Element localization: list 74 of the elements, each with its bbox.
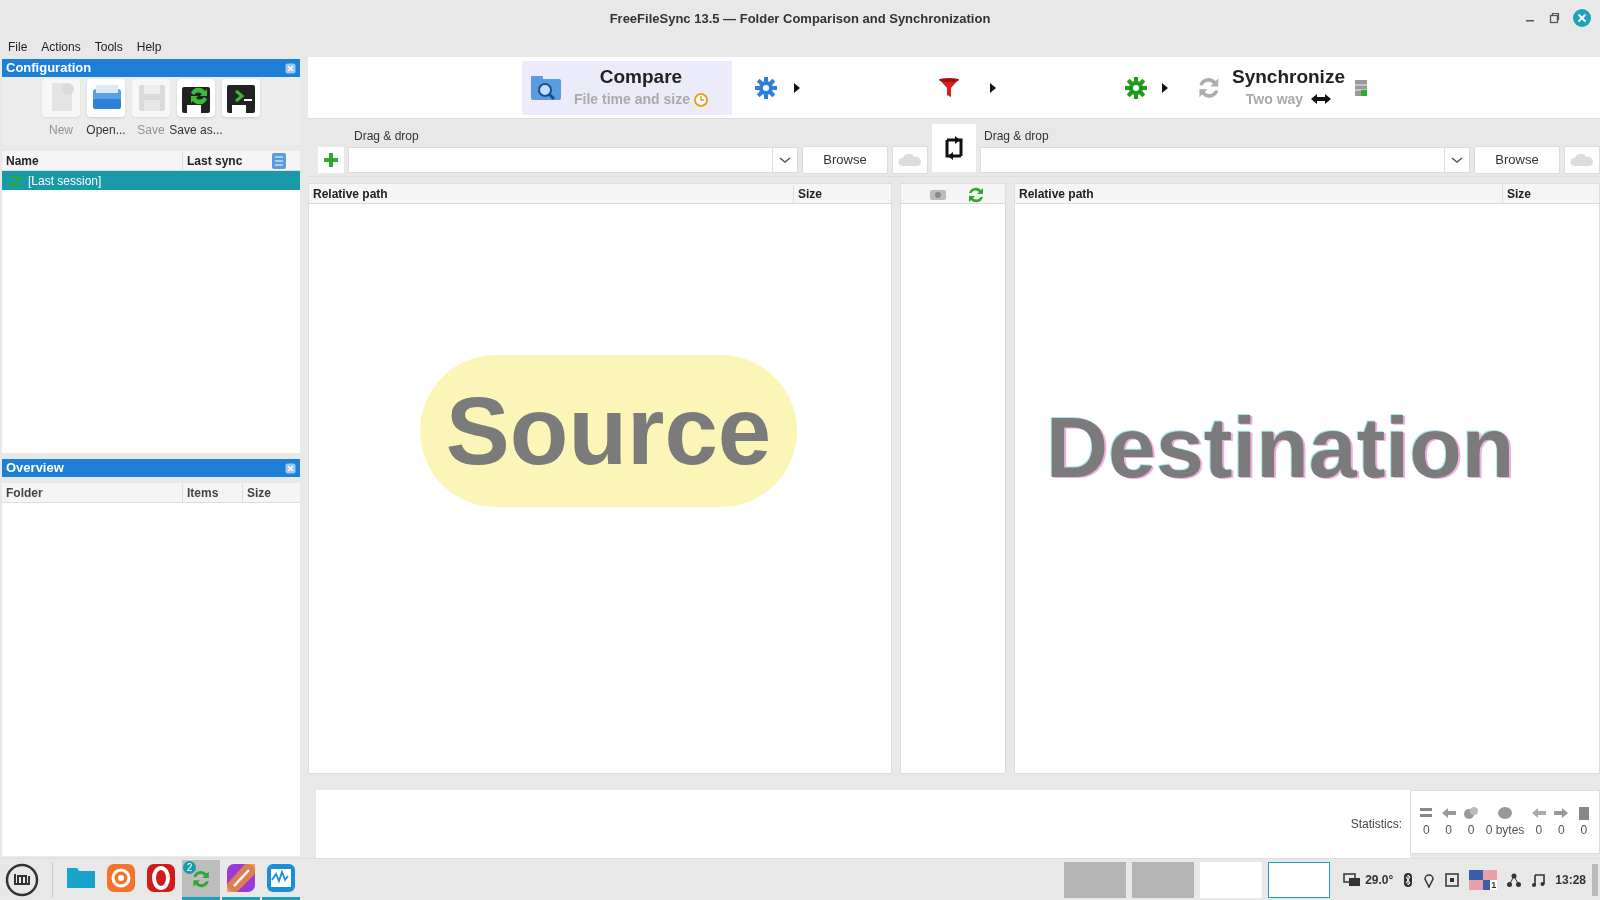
caret-icon <box>794 82 800 93</box>
compare-button[interactable]: Compare File time and size <box>522 60 732 115</box>
menu-icon[interactable] <box>5 862 39 897</box>
browser-icon <box>105 862 137 894</box>
arrow-right-icon <box>1553 805 1570 821</box>
caret-icon <box>990 82 996 93</box>
close-icon[interactable] <box>1572 8 1592 28</box>
music-note-icon[interactable] <box>1531 872 1546 887</box>
notification-badge: 2 <box>183 860 196 874</box>
statistics-label: Statistics: <box>1350 816 1402 833</box>
folder-label: Drag & drop <box>353 128 420 143</box>
settings-icon <box>754 75 778 100</box>
folder-label: Drag & drop <box>983 128 1050 143</box>
close-icon[interactable] <box>285 62 296 74</box>
statistic-value: 0 <box>1557 822 1565 839</box>
column-header[interactable]: Last sync <box>182 151 262 170</box>
folder-path-field[interactable] <box>980 147 1470 173</box>
settings-icon <box>1124 75 1148 100</box>
browse-button[interactable]: Browse <box>1474 146 1560 174</box>
swap-sides-button[interactable] <box>932 123 976 172</box>
column-header[interactable]: Relative path <box>1015 184 1502 203</box>
clock-icon <box>693 91 708 108</box>
plus-icon <box>323 152 339 168</box>
displays-icon[interactable] <box>1343 872 1362 887</box>
column-header[interactable]: Relative path <box>309 184 793 203</box>
column-header[interactable]: Size <box>1502 184 1599 203</box>
statistic-value: 0 <box>1467 822 1475 839</box>
cloud-icon <box>898 153 922 167</box>
statistic-value: 0 <box>1445 822 1453 839</box>
menu-item[interactable]: Actions <box>41 38 81 56</box>
waveform-monitor-icon <box>265 862 297 894</box>
statistic-value: 0 <box>1422 822 1430 839</box>
maximize-icon[interactable] <box>1548 12 1560 24</box>
bluetooth-icon[interactable] <box>1403 871 1414 888</box>
panel-title: Overview <box>6 459 64 478</box>
synchronize-button[interactable]: Synchronize Two way <box>1186 60 1391 115</box>
close-icon[interactable] <box>285 462 296 474</box>
window-title: FreeFileSync 13.5 — Folder Comparison and Synchronization <box>609 9 991 28</box>
browser-icon <box>145 862 177 894</box>
temperature-reading: 29.0° <box>1365 871 1394 889</box>
taskbar-window-button[interactable] <box>1268 861 1331 898</box>
statistic-value: 0 <box>1580 822 1588 839</box>
arrow-left-icon <box>1530 805 1547 821</box>
destination-label: Destination <box>1046 398 1515 497</box>
paintbrush-icon <box>225 862 257 894</box>
double-arrow-icon <box>1311 93 1332 106</box>
folder-path-field[interactable] <box>348 147 798 173</box>
database-icon <box>1353 77 1369 98</box>
magnifier-folder-icon <box>530 73 562 102</box>
menu-item[interactable]: Help <box>136 38 162 56</box>
panel-title: Configuration <box>6 59 92 78</box>
disk-icon <box>1497 805 1513 821</box>
browse-button[interactable]: Browse <box>802 146 888 174</box>
window-icon[interactable] <box>1445 872 1460 887</box>
clock: 13:28 <box>1555 871 1586 889</box>
network-icon[interactable] <box>1507 872 1522 887</box>
source-label: Source <box>420 355 797 507</box>
menu-item[interactable]: Tools <box>94 38 123 56</box>
blob-icon <box>1463 805 1480 821</box>
column-settings-icon[interactable] <box>270 151 288 170</box>
column-header[interactable]: Folder <box>2 483 182 502</box>
filter-icon <box>937 75 961 100</box>
caret-icon <box>1162 82 1168 93</box>
add-folder-button[interactable] <box>318 147 344 173</box>
statistic-value: 0 <box>1535 822 1543 839</box>
column-header[interactable]: Items <box>182 483 242 502</box>
column-header[interactable]: Size <box>242 483 298 502</box>
cloud-icon <box>1570 153 1594 167</box>
column-header[interactable]: Size <box>793 184 891 203</box>
statistic-value: 0 bytes <box>1485 822 1525 839</box>
column-header[interactable]: Name <box>2 151 182 170</box>
menu-item[interactable]: File <box>8 38 28 56</box>
location-pin-icon[interactable] <box>1423 871 1436 888</box>
arrow-left-icon <box>1440 805 1457 821</box>
